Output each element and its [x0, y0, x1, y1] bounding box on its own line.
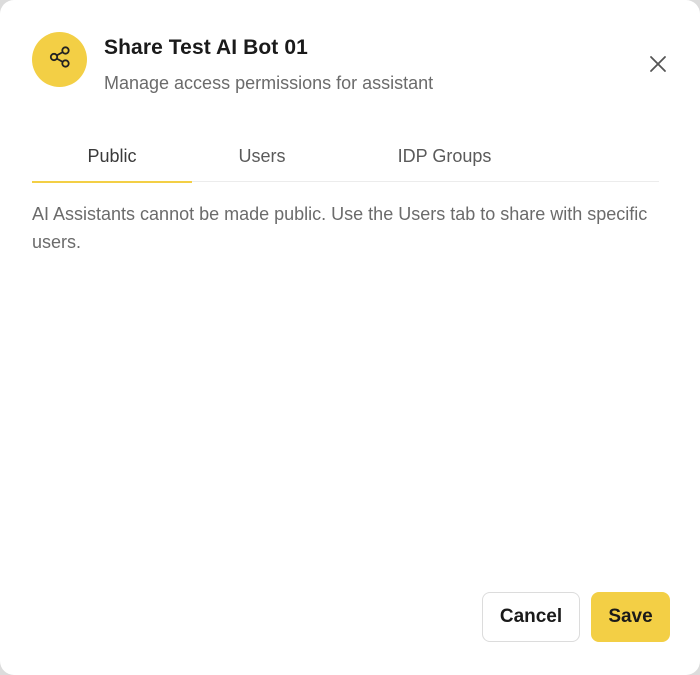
share-icon: [47, 44, 73, 75]
tab-public[interactable]: Public: [32, 130, 192, 183]
cancel-button[interactable]: Cancel: [482, 592, 580, 642]
close-icon: [649, 55, 667, 78]
share-dialog: Share Test AI Bot 01 Manage access permi…: [0, 0, 700, 675]
tab-label: Public: [87, 145, 137, 166]
tab-label: Users: [238, 145, 286, 166]
tab-idp-groups[interactable]: IDP Groups: [332, 130, 557, 182]
share-badge: [32, 32, 87, 87]
tab-users[interactable]: Users: [192, 130, 332, 182]
public-tab-message: AI Assistants cannot be made public. Use…: [32, 204, 648, 252]
tab-bar: Public Users IDP Groups: [32, 130, 659, 183]
dialog-title: Share Test AI Bot 01: [104, 36, 308, 59]
tab-label: IDP Groups: [397, 145, 492, 166]
close-button[interactable]: [644, 52, 672, 80]
save-button[interactable]: Save: [591, 592, 670, 642]
dialog-subtitle: Manage access permissions for assistant: [104, 73, 434, 93]
